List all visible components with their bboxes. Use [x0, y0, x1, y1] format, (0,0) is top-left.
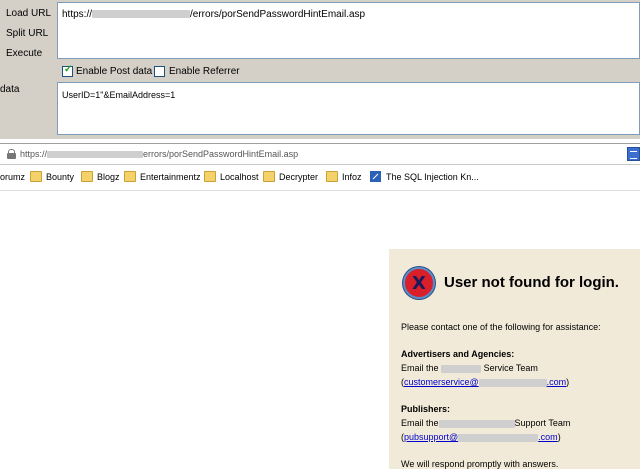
- bookmark-folder[interactable]: Blogz: [81, 171, 120, 183]
- assistance-intro: Please contact one of the following for …: [401, 322, 601, 332]
- bookmark-folder[interactable]: Infoz: [326, 171, 362, 183]
- redacted-domain: [458, 433, 539, 442]
- publishers-heading: Publishers:: [401, 404, 451, 414]
- bookmark-folder[interactable]: Decrypter: [263, 171, 318, 183]
- execute-button[interactable]: Execute: [6, 48, 42, 59]
- enable-referrer-label: Enable Referrer: [169, 66, 240, 77]
- url-value: https:///errors/porSendPasswordHintEmail…: [62, 9, 366, 20]
- load-url-button[interactable]: Load URL: [6, 8, 51, 19]
- publishers-email-line: Email the Support Team: [401, 418, 571, 428]
- redacted-domain: [92, 10, 191, 19]
- error-message-box: User not found for login. Please contact…: [389, 249, 640, 469]
- bookmarks-toolbar: orumz Bounty Blogz Entertainmentz Localh…: [0, 167, 640, 191]
- publishers-email-link-line: (pubsupport@ .com): [401, 432, 561, 442]
- lock-icon: [7, 149, 16, 159]
- pubsupport-email-link[interactable]: pubsupport@ .com: [404, 432, 558, 442]
- bookmark-sql-injection[interactable]: The SQL Injection Kn...: [370, 171, 479, 183]
- post-data-input[interactable]: UserID=1"&EmailAddress=1: [57, 82, 640, 135]
- sql-icon: [370, 171, 381, 183]
- split-url-button[interactable]: Split URL: [6, 28, 48, 39]
- folder-icon: [326, 171, 338, 183]
- folder-icon: [204, 171, 216, 183]
- error-icon: [403, 267, 435, 299]
- address-url: https://errors/porSendPasswordHintEmail.…: [20, 149, 299, 159]
- redacted-domain: [478, 378, 547, 387]
- url-input[interactable]: https:///errors/porSendPasswordHintEmail…: [57, 2, 640, 59]
- respond-note: We will respond promptly with answers.: [401, 459, 559, 469]
- folder-icon: [263, 171, 275, 183]
- address-bar[interactable]: https://errors/porSendPasswordHintEmail.…: [0, 143, 640, 165]
- bookmark-folder[interactable]: Entertainmentz: [124, 171, 201, 183]
- folder-icon: [124, 171, 136, 183]
- bookmark-item[interactable]: orumz: [0, 172, 25, 182]
- bookmark-folder[interactable]: Bounty: [30, 171, 74, 183]
- post-data-value: UserID=1"&EmailAddress=1: [62, 90, 176, 100]
- post-data-label: data: [0, 84, 20, 95]
- advertisers-heading: Advertisers and Agencies:: [401, 349, 515, 359]
- rss-feed-icon[interactable]: [627, 147, 640, 161]
- error-title: User not found for login.: [444, 274, 619, 291]
- redacted-text: [441, 364, 482, 373]
- advertisers-email-link-line: (customerservice@ .com): [401, 377, 570, 387]
- customerservice-email-link[interactable]: customerservice@ .com: [404, 377, 566, 387]
- enable-referrer-checkbox[interactable]: [154, 66, 165, 77]
- bookmark-folder[interactable]: Localhost: [204, 171, 259, 183]
- enable-post-checkbox[interactable]: [62, 64, 73, 77]
- folder-icon: [81, 171, 93, 183]
- hackbar-panel: Load URL Split URL Execute data https://…: [0, 0, 640, 139]
- redacted-text: [438, 419, 515, 428]
- folder-icon: [30, 171, 42, 183]
- enable-post-label: Enable Post data: [76, 66, 153, 77]
- redacted-domain: [47, 151, 144, 159]
- advertisers-email-line: Email the Service Team: [401, 363, 538, 373]
